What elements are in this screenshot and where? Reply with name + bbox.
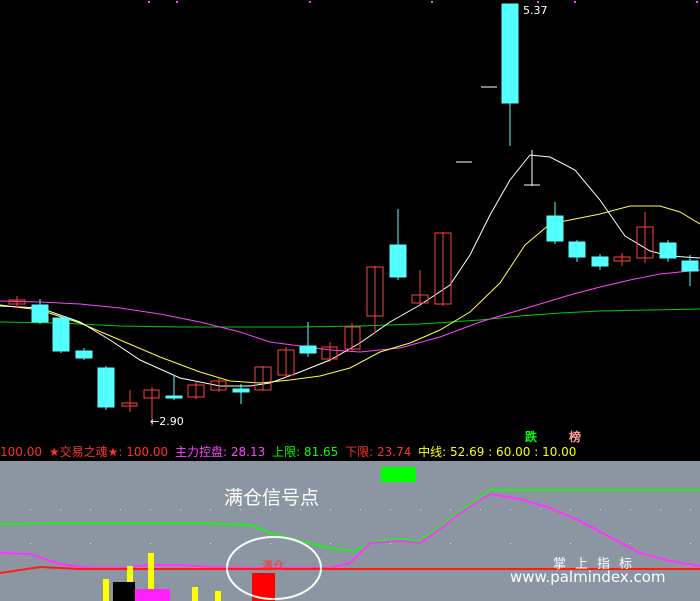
upper-green-line — [0, 489, 700, 553]
indicator-upper: 上限: 81.65 — [272, 445, 339, 459]
signal-bar-black — [113, 582, 135, 601]
indicator-lower: 下限: 23.74 — [345, 445, 412, 459]
full-position-label: 满仓 — [262, 559, 284, 572]
signal-bar-magenta — [135, 589, 170, 601]
ma-line-yellow — [0, 205, 700, 384]
signal-block — [381, 467, 416, 482]
indicator-main-control: 主力控盘: 28.13 — [175, 445, 266, 459]
indicator-values-bar: 100.00 ★交易之魂★: 100.00 主力控盘: 28.13 上限: 81… — [0, 443, 700, 461]
indicator-sub-panel: 满仓信号点 满仓 掌上指标 www.palmindex.com — [0, 461, 700, 601]
candle-bear — [31, 3, 699, 410]
watermark-url: www.palmindex.com — [510, 568, 666, 586]
candle-doji — [456, 86, 540, 186]
indicator-soul: ★交易之魂★: 100.00 — [48, 445, 169, 459]
low-price-marker: ←2.90 — [150, 415, 184, 428]
indicator-midline: 中线: 52.69 : 60.00 : 10.00 — [418, 445, 577, 459]
indicator-value: 100.00 — [0, 445, 42, 459]
high-price-marker: 5.37 — [523, 4, 548, 17]
top-marker-dots — [148, 1, 698, 3]
ma-line-green — [0, 308, 700, 328]
sub-panel-title: 满仓信号点 — [224, 487, 320, 509]
candlestick-chart — [0, 0, 700, 443]
